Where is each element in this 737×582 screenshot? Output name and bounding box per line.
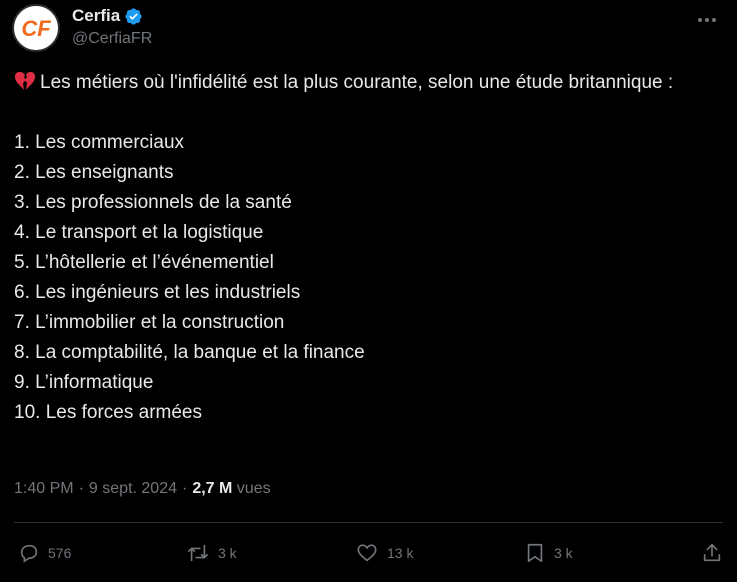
tweet-list: 1. Les commerciaux 2. Les enseignants 3.… bbox=[14, 128, 721, 428]
action-bar: 576 3 k 13 k 3 k bbox=[14, 538, 723, 568]
list-item: 9. L’informatique bbox=[14, 372, 154, 393]
list-item: 1. Les commerciaux bbox=[14, 132, 185, 153]
views-count[interactable]: 2,7 M bbox=[192, 480, 232, 497]
reply-icon bbox=[18, 542, 40, 564]
tweet-meta: 1:40 PM · 9 sept. 2024 · 2,7 M vues bbox=[14, 480, 271, 498]
meta-separator: · bbox=[182, 480, 188, 497]
tweet-header: CF Cerfia @CerfiaFR bbox=[12, 4, 725, 52]
display-name[interactable]: Cerfia bbox=[72, 6, 120, 26]
repost-icon bbox=[186, 542, 210, 564]
bookmark-button[interactable]: 3 k bbox=[524, 538, 573, 568]
share-icon bbox=[701, 542, 723, 564]
share-button[interactable] bbox=[701, 538, 723, 568]
list-item: 8. La comptabilité, la banque et la fina… bbox=[14, 342, 365, 363]
more-icon[interactable] bbox=[693, 10, 721, 30]
like-button[interactable]: 13 k bbox=[355, 538, 413, 568]
list-item: 2. Les enseignants bbox=[14, 162, 174, 183]
meta-separator: · bbox=[78, 480, 84, 497]
like-count: 13 k bbox=[387, 545, 414, 561]
tweet-text: Les métiers où l'infidélité est la plus … bbox=[14, 68, 721, 428]
views-label: vues bbox=[236, 480, 271, 497]
reply-count: 576 bbox=[48, 545, 72, 561]
verified-badge-icon bbox=[124, 7, 143, 26]
broken-heart-icon bbox=[14, 71, 36, 91]
divider bbox=[14, 522, 723, 523]
bookmark-count: 3 k bbox=[554, 545, 573, 561]
svg-text:CF: CF bbox=[21, 16, 51, 41]
list-item: 4. Le transport et la logistique bbox=[14, 222, 264, 243]
heart-icon bbox=[355, 542, 379, 564]
list-item: 5. L’hôtellerie et l’événementiel bbox=[14, 252, 274, 273]
handle[interactable]: @CerfiaFR bbox=[72, 30, 152, 48]
list-item: 6. Les ingénieurs et les industriels bbox=[14, 282, 301, 303]
timestamp-date[interactable]: 9 sept. 2024 bbox=[89, 480, 177, 498]
list-item: 7. L’immobilier et la construction bbox=[14, 312, 285, 333]
avatar[interactable]: CF bbox=[12, 4, 60, 52]
reply-button[interactable]: 576 bbox=[18, 538, 71, 568]
list-item: 10. Les forces armées bbox=[14, 402, 202, 423]
repost-button[interactable]: 3 k bbox=[186, 538, 237, 568]
repost-count: 3 k bbox=[218, 545, 237, 561]
tweet-intro: Les métiers où l'infidélité est la plus … bbox=[40, 72, 674, 93]
bookmark-icon bbox=[524, 542, 546, 564]
timestamp-time[interactable]: 1:40 PM bbox=[14, 480, 74, 498]
list-item: 3. Les professionnels de la santé bbox=[14, 192, 292, 213]
